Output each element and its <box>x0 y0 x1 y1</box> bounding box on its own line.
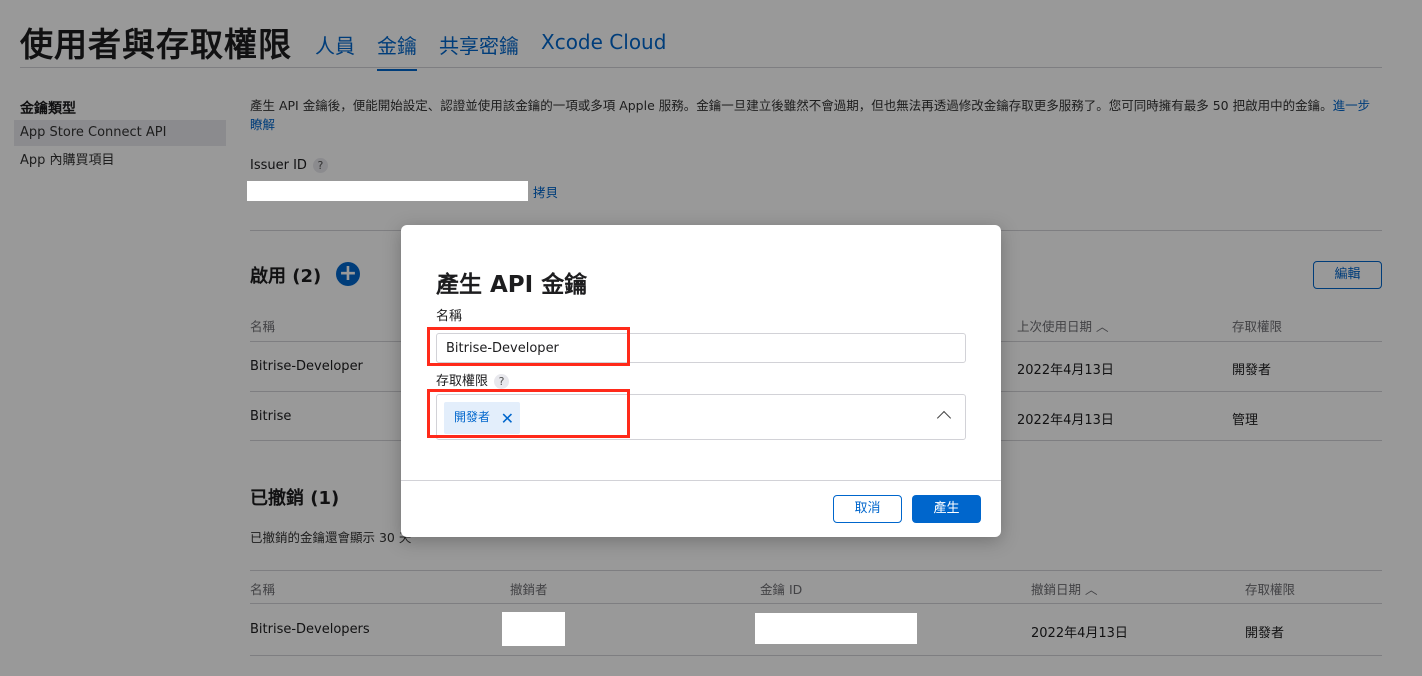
redacted-key-id <box>755 613 917 644</box>
name-label: 名稱 <box>436 309 463 324</box>
chevron-up-icon[interactable] <box>936 410 952 426</box>
help-icon[interactable]: ? <box>494 374 510 389</box>
generate-key-dialog: 產生 API 金鑰 名稱 存取權限? 開發者 ✕ 取消 產生 <box>401 225 1001 537</box>
highlight-box <box>427 327 630 366</box>
generate-button[interactable]: 產生 <box>912 495 981 523</box>
access-label: 存取權限? <box>436 370 510 389</box>
redacted-revoked-by <box>502 612 565 646</box>
dialog-divider <box>401 480 1001 481</box>
cancel-button[interactable]: 取消 <box>833 495 902 523</box>
dialog-title: 產生 API 金鑰 <box>436 272 588 298</box>
redacted-issuer-id <box>247 181 528 201</box>
highlight-box <box>427 389 630 438</box>
